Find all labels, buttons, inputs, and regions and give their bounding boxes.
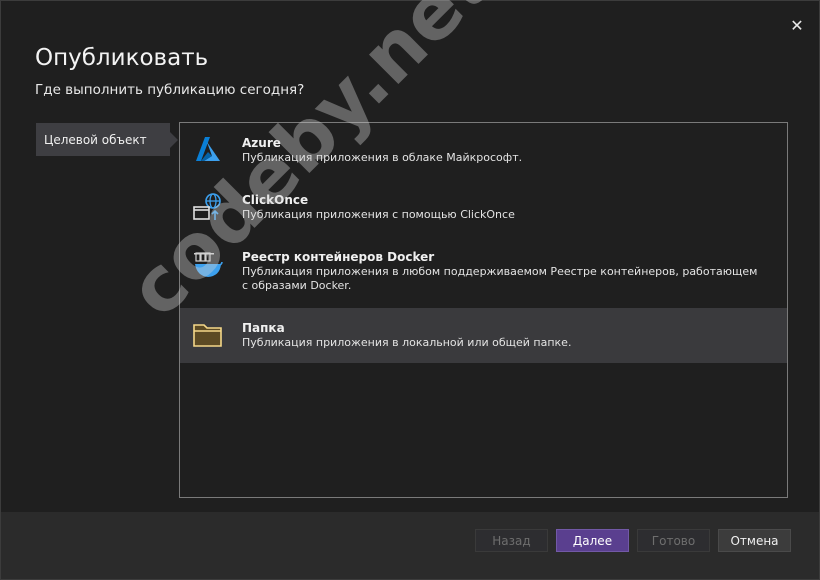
target-option-folder[interactable]: Папка Публикация приложения в локальной …: [180, 308, 787, 363]
target-title: Папка: [242, 321, 285, 335]
next-button[interactable]: Далее: [556, 529, 629, 552]
clickonce-icon: [193, 193, 221, 220]
back-button[interactable]: Назад: [475, 529, 548, 552]
close-button[interactable]: ✕: [789, 18, 805, 34]
target-option-azure[interactable]: Azure Публикация приложения в облаке Май…: [180, 123, 787, 180]
target-description: Публикация приложения с помощью ClickOnc…: [242, 208, 515, 221]
target-list: Azure Публикация приложения в облаке Май…: [179, 122, 788, 498]
docker-icon: [194, 252, 223, 277]
target-description: Публикация приложения в любом поддержива…: [242, 265, 758, 292]
step-target[interactable]: Целевой объект: [36, 123, 170, 156]
target-description: Публикация приложения в облаке Майкрософ…: [242, 151, 523, 164]
azure-icon: [196, 137, 220, 161]
dialog-title: Опубликовать: [35, 45, 209, 71]
finish-button[interactable]: Готово: [637, 529, 710, 552]
target-title: Azure: [242, 136, 281, 150]
target-title: ClickOnce: [242, 193, 309, 207]
folder-icon: [193, 324, 222, 347]
target-description: Публикация приложения в локальной или об…: [242, 336, 572, 349]
cancel-button[interactable]: Отмена: [718, 529, 791, 552]
target-option-docker[interactable]: Реестр контейнеров Docker Публикация при…: [180, 237, 787, 307]
target-title: Реестр контейнеров Docker: [242, 250, 435, 264]
dialog-subtitle: Где выполнить публикацию сегодня?: [35, 82, 305, 98]
step-label: Целевой объект: [44, 132, 147, 147]
step-pointer: [170, 132, 178, 148]
close-icon: ✕: [790, 16, 804, 35]
target-option-clickonce[interactable]: ClickOnce Публикация приложения с помощь…: [180, 180, 787, 237]
publish-dialog: ✕ Опубликовать Где выполнить публикацию …: [0, 0, 820, 580]
